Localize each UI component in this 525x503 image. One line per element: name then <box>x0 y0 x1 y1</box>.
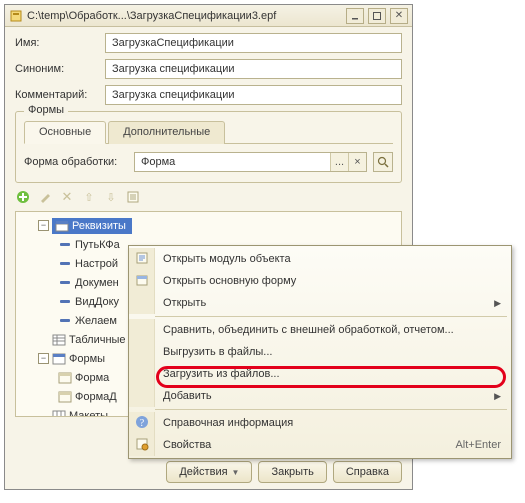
props-icon <box>135 437 149 454</box>
tree-label: Докумен <box>75 277 119 289</box>
tree-label: Желаем <box>75 315 117 327</box>
edit-icon[interactable] <box>37 189 53 205</box>
form-open-icon <box>135 273 149 290</box>
submenu-arrow-icon: ▶ <box>494 391 501 402</box>
tree-toolbar: ✕ ⇧ ⇩ <box>15 183 402 211</box>
menu-label: Открыть модуль объекта <box>163 253 501 265</box>
tree-label: Реквизиты <box>72 220 126 232</box>
menu-icon-col <box>129 248 155 270</box>
tree-label: Формы <box>69 353 105 365</box>
menu-icon-col <box>129 363 155 385</box>
svg-text:?: ? <box>139 418 144 429</box>
titlebar: C:\temp\Обработк...\ЗагрузкаСпецификации… <box>5 5 412 27</box>
menu-separator <box>155 316 507 317</box>
menu-shortcut: Alt+Enter <box>455 439 501 451</box>
form-icon <box>58 371 72 385</box>
menu-icon-col <box>129 434 155 456</box>
attr-icon <box>58 238 72 252</box>
menu-item[interactable]: ? Справочная информация <box>129 412 511 434</box>
attr-icon <box>58 314 72 328</box>
tree-label: Табличные ч <box>69 334 134 346</box>
help-icon: ? <box>135 415 149 432</box>
name-input[interactable] <box>105 33 402 53</box>
close-window-button[interactable]: Закрыть <box>258 461 326 483</box>
bottom-toolbar: Действия▼ Закрыть Справка <box>166 461 402 483</box>
app-icon <box>9 9 23 23</box>
tab-additional[interactable]: Дополнительные <box>108 121 225 144</box>
form-proc-input[interactable] <box>135 154 330 170</box>
minimize-button[interactable] <box>346 8 364 24</box>
tree-label: ВидДоку <box>75 296 119 308</box>
tree-label: Настрой <box>75 258 118 270</box>
expander-icon[interactable]: − <box>38 220 49 231</box>
down-icon[interactable]: ⇩ <box>103 189 119 205</box>
picker-clear-button[interactable]: × <box>348 153 366 171</box>
menu-item[interactable]: Открыть основную форму <box>129 270 511 292</box>
menu-icon-col <box>129 341 155 363</box>
help-button[interactable]: Справка <box>333 461 402 483</box>
attr-icon <box>58 276 72 290</box>
form-proc-label: Форма обработки: <box>24 156 128 168</box>
attr-icon <box>58 295 72 309</box>
menu-label: Свойства <box>163 439 447 451</box>
menu-item[interactable]: Открыть ▶ <box>129 292 511 314</box>
form-proc-picker[interactable]: ... × <box>134 152 367 172</box>
synonym-label: Синоним: <box>15 63 99 75</box>
maximize-button[interactable] <box>368 8 386 24</box>
magnifier-button[interactable] <box>373 152 393 172</box>
layouts-icon <box>52 409 66 418</box>
delete-icon[interactable]: ✕ <box>59 189 75 205</box>
tree-label: Макеты <box>69 410 108 418</box>
menu-label: Загрузить из файлов... <box>163 368 501 380</box>
menu-icon-col <box>129 292 155 314</box>
tree-label: ПутьКФа <box>75 239 120 251</box>
menu-item[interactable]: Открыть модуль объекта <box>129 248 511 270</box>
menu-icon-col <box>129 270 155 292</box>
menu-item[interactable]: Загрузить из файлов... <box>129 363 511 385</box>
attr-icon <box>58 257 72 271</box>
menu-label: Выгрузить в файлы... <box>163 346 501 358</box>
menu-label: Открыть основную форму <box>163 275 501 287</box>
menu-label: Открыть <box>163 297 486 309</box>
window-title: C:\temp\Обработк...\ЗагрузкаСпецификации… <box>27 10 342 22</box>
menu-item[interactable]: Свойства Alt+Enter <box>129 434 511 456</box>
forms-tabs: Основные Дополнительные <box>24 120 393 144</box>
menu-item[interactable]: Выгрузить в файлы... <box>129 341 511 363</box>
menu-item[interactable]: Сравнить, объединить с внешней обработко… <box>129 319 511 341</box>
submenu-arrow-icon: ▶ <box>494 298 501 309</box>
form-icon <box>58 390 72 404</box>
comment-input[interactable] <box>105 85 402 105</box>
menu-label: Добавить <box>163 390 486 402</box>
tab-main[interactable]: Основные <box>24 121 106 144</box>
forms-fieldset: Формы Основные Дополнительные Форма обра… <box>15 111 402 183</box>
picker-dots-button[interactable]: ... <box>330 153 348 171</box>
comment-label: Комментарий: <box>15 89 99 101</box>
forms-icon <box>52 352 66 366</box>
tree-row[interactable]: − Реквизиты <box>16 216 401 235</box>
menu-separator <box>155 409 507 410</box>
context-menu: Открыть модуль объекта Открыть основную ф… <box>128 245 512 459</box>
actions-button[interactable]: Действия▼ <box>166 461 252 483</box>
menu-icon-col <box>129 385 155 407</box>
menu-label: Справочная информация <box>163 417 501 429</box>
expander-icon[interactable]: − <box>38 353 49 364</box>
tree-label: ФормаД <box>75 391 117 403</box>
tables-icon <box>52 333 66 347</box>
chevron-down-icon: ▼ <box>232 468 240 477</box>
module-icon <box>135 251 149 268</box>
name-label: Имя: <box>15 37 99 49</box>
menu-icon-col: ? <box>129 412 155 434</box>
close-button[interactable]: ✕ <box>390 8 408 24</box>
add-icon[interactable] <box>15 189 31 205</box>
up-icon[interactable]: ⇧ <box>81 189 97 205</box>
tree-label: Форма <box>75 372 109 384</box>
menu-icon-col <box>129 319 155 341</box>
requisites-icon <box>55 219 69 233</box>
menu-label: Сравнить, объединить с внешней обработко… <box>163 324 501 336</box>
synonym-input[interactable] <box>105 59 402 79</box>
forms-legend: Формы <box>24 104 68 116</box>
menu-item[interactable]: Добавить ▶ <box>129 385 511 407</box>
list-icon[interactable] <box>125 189 141 205</box>
